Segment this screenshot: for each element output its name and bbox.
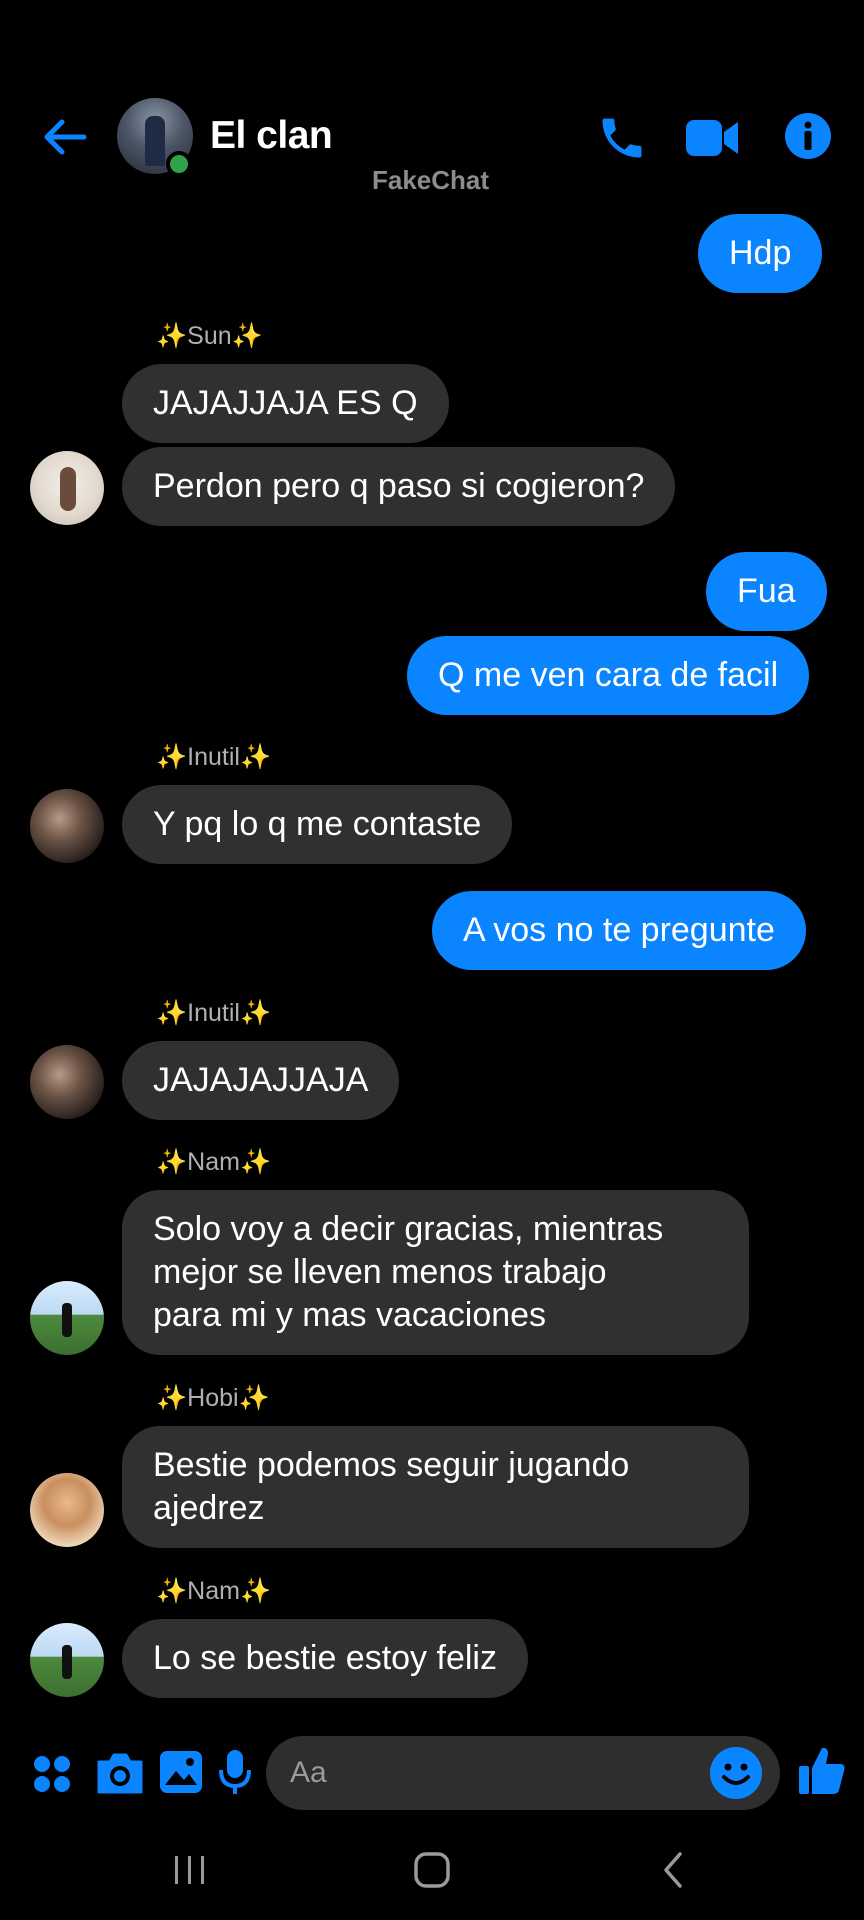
message-bubble-out[interactable]: Hdp <box>698 214 823 293</box>
camera-icon[interactable] <box>95 1750 145 1796</box>
info-icon[interactable] <box>784 112 832 160</box>
avatar-nam[interactable] <box>30 1623 104 1697</box>
message-bubble-in[interactable]: JAJAJAJJAJA <box>122 1041 400 1120</box>
message-input-container[interactable] <box>266 1736 780 1810</box>
message-line: para mi y mas vacaciones <box>153 1296 547 1334</box>
message-line: ajedrez <box>153 1489 265 1527</box>
back-arrow-icon[interactable] <box>40 112 90 162</box>
sender-name: ✨Hobi✨ <box>156 1384 270 1412</box>
avatar-nam[interactable] <box>30 1281 104 1355</box>
message-bubble-in[interactable]: Y pq lo q me contaste <box>122 785 513 864</box>
online-status-dot <box>166 151 192 177</box>
message-line: Solo voy a decir gracias, mientras <box>153 1210 664 1248</box>
message-bubble-out[interactable]: A vos no te pregunte <box>432 891 806 970</box>
watermark-label: FakeChat <box>372 165 490 195</box>
gallery-icon[interactable] <box>158 1749 204 1795</box>
message-line: mejor se lleven menos trabajo <box>153 1253 607 1291</box>
emoji-icon[interactable] <box>710 1747 762 1799</box>
message-bubble-out[interactable]: Fua <box>706 552 827 631</box>
chat-title[interactable]: El clan <box>210 114 333 158</box>
avatar-inutil[interactable] <box>30 1045 104 1119</box>
sender-name: ✨Inutil✨ <box>156 743 272 771</box>
home-icon[interactable] <box>412 1850 452 1890</box>
message-bubble-in[interactable]: Solo voy a decir gracias, mientras mejor… <box>122 1190 749 1355</box>
video-camera-icon[interactable] <box>684 116 740 160</box>
apps-grid-icon[interactable] <box>32 1754 72 1794</box>
message-input[interactable] <box>290 1750 690 1796</box>
sender-name: ✨Inutil✨ <box>156 999 272 1027</box>
microphone-icon[interactable] <box>218 1748 252 1798</box>
message-bubble-in[interactable]: Perdon pero q paso si cogieron? <box>122 447 676 526</box>
avatar-sun[interactable] <box>30 451 104 525</box>
thumbs-up-icon[interactable] <box>797 1744 847 1796</box>
recents-icon[interactable] <box>170 1854 210 1886</box>
back-icon[interactable] <box>658 1850 688 1890</box>
sender-name: ✨Nam✨ <box>156 1577 272 1605</box>
sender-name: ✨Sun✨ <box>156 322 263 350</box>
phone-icon[interactable] <box>596 112 648 164</box>
avatar-inutil[interactable] <box>30 789 104 863</box>
message-bubble-in[interactable]: Lo se bestie estoy feliz <box>122 1619 528 1698</box>
message-bubble-out[interactable]: Q me ven cara de facil <box>407 636 810 715</box>
message-bubble-in[interactable]: Bestie podemos seguir jugando ajedrez <box>122 1426 749 1548</box>
avatar-hobi[interactable] <box>30 1473 104 1547</box>
message-bubble-in[interactable]: JAJAJJAJA ES Q <box>122 364 449 443</box>
message-line: Bestie podemos seguir jugando <box>153 1446 630 1484</box>
sender-name: ✨Nam✨ <box>156 1148 272 1176</box>
chat-header: El clan FakeChat <box>0 0 864 200</box>
